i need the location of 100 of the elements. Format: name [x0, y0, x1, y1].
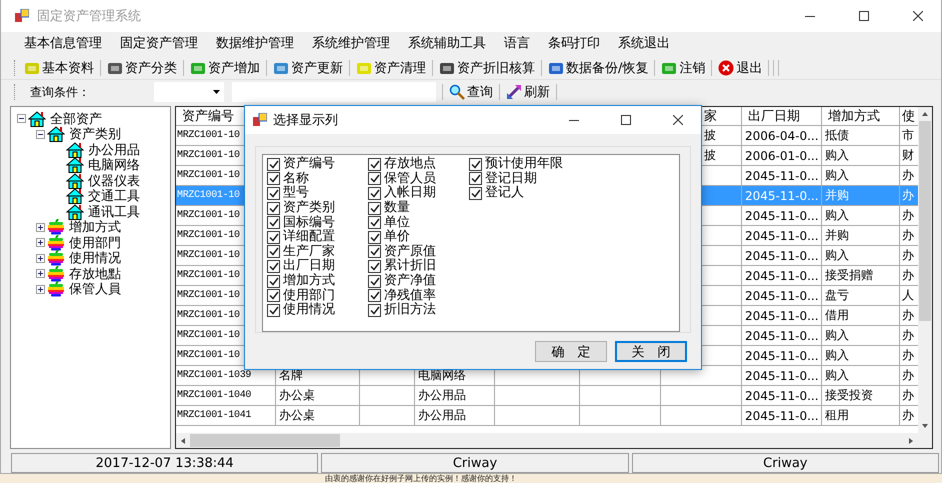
checkbox[interactable]	[267, 186, 280, 200]
toolbar-button[interactable]: 资产分类	[103, 56, 181, 78]
expand-toggle[interactable]	[36, 269, 45, 278]
menu-item[interactable]: 条码打印	[539, 34, 609, 54]
tree-item[interactable]: 存放地點	[67, 264, 121, 283]
table-cell: 2045-11-0...	[742, 346, 822, 365]
refresh-button[interactable]: 刷新	[502, 81, 554, 103]
checkbox[interactable]	[469, 172, 482, 186]
checkbox[interactable]	[368, 289, 381, 302]
table-cell: 2045-11-0...	[742, 326, 822, 345]
toolbar-button[interactable]: 注销	[657, 56, 710, 78]
checkbox[interactable]	[368, 260, 381, 273]
checkbox[interactable]	[368, 158, 381, 171]
table-cell: 购入	[822, 166, 900, 185]
tree-item[interactable]: 使用部門	[67, 234, 121, 252]
horizontal-scrollbar[interactable]	[176, 433, 932, 448]
checkbox[interactable]	[267, 230, 280, 244]
scroll-arrow-icon[interactable]	[921, 110, 929, 118]
table-cell: MRZC1001-1040	[176, 386, 276, 405]
option-label: 单价	[384, 230, 410, 244]
table-cell: 2045-11-0...	[742, 166, 822, 185]
menu-item[interactable]: 系统退出	[609, 34, 679, 54]
checkbox[interactable]	[267, 202, 280, 215]
toolbar-button[interactable]: 资产折旧核算	[435, 56, 539, 78]
table-cell: 2045-11-0...	[742, 206, 822, 225]
arrows-icon	[506, 84, 522, 100]
expand-toggle[interactable]	[36, 284, 45, 294]
collapse-toggle[interactable]	[17, 114, 26, 124]
checkbox[interactable]	[267, 289, 280, 302]
table-cell: 购入	[822, 366, 900, 385]
toolbar-button[interactable]: 资产更新	[269, 56, 347, 78]
tree-item[interactable]: 全部资产	[48, 110, 102, 128]
dialog-button[interactable]: 确 定	[535, 341, 607, 362]
checkbox[interactable]	[368, 245, 381, 258]
checkbox[interactable]	[267, 158, 280, 171]
option-label: 使用部门	[283, 288, 335, 303]
close-icon	[913, 11, 923, 21]
tree-item[interactable]: 办公用品	[86, 140, 140, 159]
query-input-field[interactable]	[232, 82, 436, 102]
house-icon	[66, 157, 84, 174]
checkbox[interactable]	[267, 260, 280, 273]
checkbox[interactable]	[469, 186, 482, 200]
scroll-arrow-icon[interactable]	[179, 436, 187, 444]
menu-item[interactable]: 语言	[495, 34, 539, 54]
checkbox[interactable]	[368, 304, 381, 317]
checkbox[interactable]	[368, 202, 381, 215]
table-cell: 2045-11-0...	[742, 386, 822, 405]
table-cell: 2006-04-0...	[742, 126, 822, 145]
menu-item[interactable]: 系统维护管理	[303, 34, 399, 54]
checkbox[interactable]	[368, 274, 381, 288]
checkbox[interactable]	[368, 216, 381, 230]
toolbar-button[interactable]: 退出	[714, 56, 766, 78]
tree-item[interactable]: 资产类别	[67, 125, 121, 144]
caret-icon	[213, 90, 220, 94]
column-header[interactable]: 增加方式	[822, 107, 900, 125]
option-label: 预计使用年限	[485, 157, 563, 172]
toolbar-button[interactable]: 资产清理	[352, 56, 430, 78]
tree-item[interactable]: 电脑网络	[86, 156, 140, 174]
menu-item[interactable]: 固定资产管理	[111, 34, 207, 54]
tree-item[interactable]: 仪器仪表	[86, 172, 140, 190]
expand-toggle[interactable]	[36, 222, 45, 232]
status-panel: Criway	[632, 453, 939, 473]
checkbox[interactable]	[267, 304, 280, 317]
option-label: 单位	[384, 216, 410, 230]
menu-item[interactable]: 数据维护管理	[207, 34, 303, 54]
checkbox[interactable]	[267, 274, 280, 288]
tree-item[interactable]: 保管人員	[67, 280, 121, 298]
checkbox[interactable]	[368, 172, 381, 186]
tree-item[interactable]: 交通工具	[86, 187, 140, 206]
menu-item[interactable]: 系统辅助工具	[399, 34, 495, 54]
checkbox[interactable]	[267, 245, 280, 258]
menu-item[interactable]: 基本信息管理	[15, 34, 111, 54]
tree-item[interactable]: 增加方式	[67, 218, 121, 236]
toolbar-button[interactable]: 数据备份/恢复	[544, 56, 652, 78]
option-label: 保管人员	[384, 172, 436, 186]
checkbox[interactable]	[469, 158, 482, 171]
vertical-scrollbar[interactable]	[918, 107, 932, 433]
dialog-button[interactable]: 关 闭	[615, 341, 687, 362]
close-icon	[673, 115, 683, 125]
table-row[interactable]: MRZC1001-1041 办公桌 办公用品 2045-11-0... 租用 办	[176, 406, 918, 426]
search-icon	[449, 84, 465, 100]
checkbox[interactable]	[368, 230, 381, 244]
checkbox[interactable]	[267, 172, 280, 186]
status-panel: Criway	[321, 453, 629, 473]
checkbox[interactable]	[368, 186, 381, 200]
house-icon	[66, 204, 84, 220]
tree-item[interactable]: 使用情况	[67, 249, 121, 268]
toolbar-button[interactable]: 基本资料	[20, 56, 98, 78]
search-button[interactable]: 查询	[445, 81, 497, 103]
column-header[interactable]: 出厂日期	[742, 107, 822, 125]
checkbox[interactable]	[267, 216, 280, 230]
tree-item[interactable]: 通讯工具	[86, 202, 140, 221]
expand-toggle[interactable]	[36, 238, 45, 248]
expand-toggle[interactable]	[36, 254, 45, 263]
house-icon	[66, 142, 84, 158]
table-row[interactable]: MRZC1001-1040 办公桌 办公用品 2045-11-0... 接受投资 办	[176, 386, 918, 406]
table-cell: 2006-01-0...	[742, 146, 822, 165]
option-label: 净残值率	[384, 288, 436, 303]
collapse-toggle[interactable]	[36, 130, 45, 139]
toolbar-button[interactable]: 资产增加	[186, 56, 264, 78]
